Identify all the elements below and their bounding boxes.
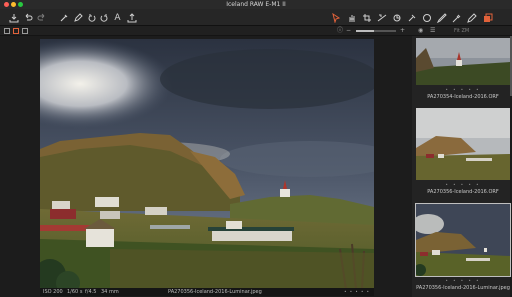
undo-icon[interactable]: [22, 12, 33, 23]
thumbnail-2-rating[interactable]: • • • • •: [416, 182, 510, 188]
eye-icon[interactable]: ◉: [418, 26, 423, 36]
pen-icon[interactable]: [72, 12, 83, 23]
select-icon[interactable]: [330, 12, 341, 23]
zoom-in-icon[interactable]: +: [400, 26, 405, 36]
image-viewer[interactable]: [0, 36, 410, 297]
photo-status-bar: ISO 200 1/60 s f/4.5 34 mm PA270356-Icel…: [40, 288, 374, 296]
stack-icon[interactable]: [482, 12, 493, 23]
filmstrip-thumbnail-3[interactable]: [415, 203, 511, 277]
hand-icon[interactable]: [346, 12, 357, 23]
text-icon[interactable]: A: [112, 12, 123, 23]
main-photo[interactable]: [40, 39, 374, 289]
thumbnail-2-filename: PA270356-Iceland-2016.ORF: [427, 189, 499, 195]
main-toolbar: A: [0, 9, 512, 26]
filmstrip-thumbnail-1[interactable]: [416, 38, 510, 85]
view-options-bar: ⓘ − + ◉ ☰ Fit ZM: [0, 26, 512, 36]
picker-icon[interactable]: [58, 12, 69, 23]
layers-icon[interactable]: ☰: [430, 26, 435, 36]
focal-length-value: 34 mm: [101, 289, 119, 295]
straighten-icon[interactable]: [376, 12, 387, 23]
thumbnail-3-filename: PA270356-Iceland-2016-Luminar.jpeg: [416, 285, 510, 291]
iso-value: ISO 200: [43, 289, 63, 295]
import-icon[interactable]: [8, 12, 19, 23]
circle-icon[interactable]: [421, 12, 432, 23]
aperture-value: f/4.5: [85, 289, 97, 295]
photo-filename: PA270356-Iceland-2016-Luminar.jpeg: [168, 289, 262, 295]
redo-icon[interactable]: [36, 12, 47, 23]
thumbnail-2-image: [416, 108, 510, 180]
thumbnail-1-rating[interactable]: • • • • •: [416, 87, 510, 93]
thumbnail-3-image: [416, 204, 510, 276]
brush-icon[interactable]: [436, 12, 447, 23]
crop-icon[interactable]: [361, 12, 372, 23]
export-icon[interactable]: [126, 12, 137, 23]
compare-view-icon[interactable]: [22, 28, 28, 34]
info-icon[interactable]: ⓘ: [337, 26, 343, 36]
filmstrip-thumbnail-2[interactable]: [416, 108, 510, 180]
window-title: Iceland RAW E-M1 II: [226, 1, 286, 8]
title-bar: Iceland RAW E-M1 II: [0, 0, 512, 9]
thumbnail-1-filename: PA270354-Iceland-2016.ORF: [427, 94, 499, 100]
thumbnail-1-image: [416, 38, 510, 85]
spot-icon[interactable]: [406, 12, 417, 23]
keystone-icon[interactable]: [391, 12, 402, 23]
single-view-icon[interactable]: [13, 28, 19, 34]
zoom-slider-fill: [356, 30, 374, 32]
rotate-left-icon[interactable]: [86, 12, 97, 23]
fit-zoom-label[interactable]: Fit ZM: [454, 26, 469, 36]
pen-tool-icon[interactable]: [466, 12, 477, 23]
rotate-right-icon[interactable]: [98, 12, 109, 23]
app-window: Iceland RAW E-M1 II A ⓘ − + ◉ ☰ Fit ZM I…: [0, 0, 512, 297]
thumbnail-3-rating[interactable]: • • • • •: [416, 278, 510, 284]
zoom-out-icon[interactable]: −: [346, 26, 351, 36]
grid-view-icon[interactable]: [4, 28, 10, 34]
pipette-icon[interactable]: [451, 12, 462, 23]
landscape-photo-image: [40, 39, 374, 289]
photo-rating[interactable]: • • • • •: [344, 288, 370, 296]
shutter-value: 1/60 s: [67, 289, 83, 295]
zoom-slider[interactable]: [356, 30, 396, 32]
filmstrip-panel: • • • • • PA270354-Iceland-2016.ORF • • …: [412, 36, 512, 297]
